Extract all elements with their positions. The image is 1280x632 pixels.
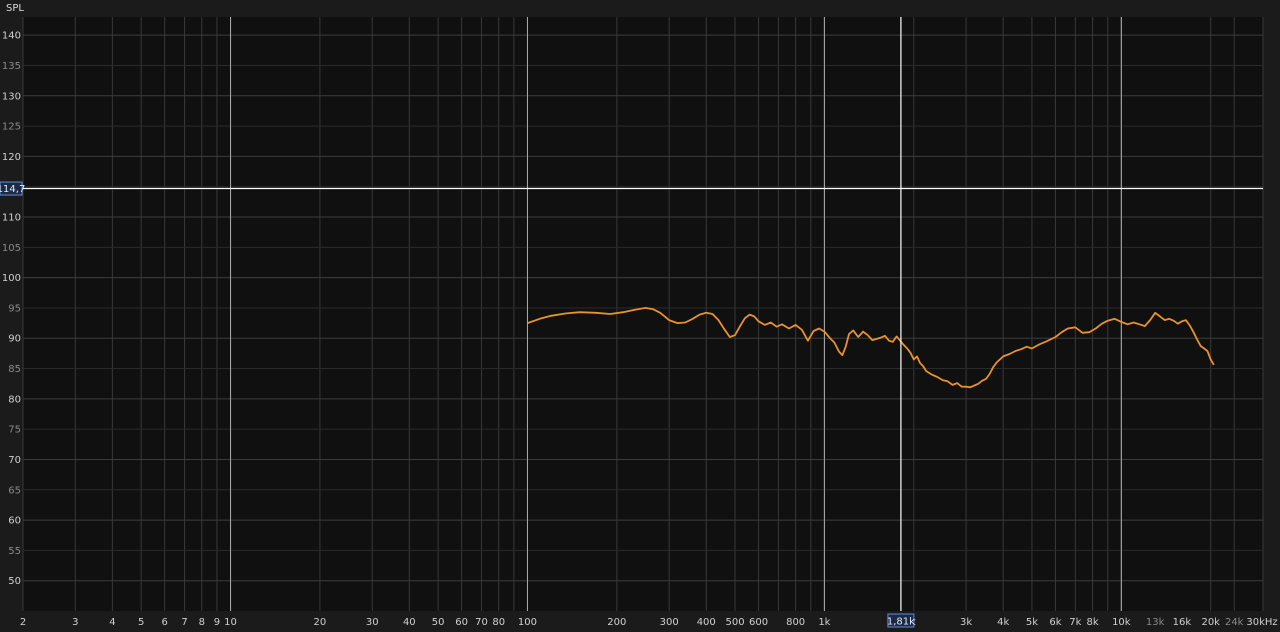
y-tick-label: 65 [8,485,21,496]
x-tick-label: 70 [475,617,488,628]
y-tick-label: 60 [8,516,21,527]
plot-area[interactable] [23,17,1263,611]
x-tick-label: 30 [366,617,379,628]
y-tick-label: 120 [2,152,21,163]
x-tick-label: 40 [403,617,416,628]
frequency-response-chart[interactable]: 1401301201101009080706050135125115105958… [0,0,1280,632]
y-tick-label: 55 [8,546,21,557]
x-tick-label: 9 [214,617,220,628]
x-tick-label: 7 [181,617,187,628]
x-tick-label: 4 [109,617,115,628]
x-tick-label: 200 [607,617,626,628]
x-tick-label: 6k [1049,617,1061,628]
x-tick-label: 60 [455,617,468,628]
x-tick-label: 8 [199,617,205,628]
y-tick-label: 130 [2,91,21,102]
x-tick-label: 600 [749,617,768,628]
x-tick-label: 5 [138,617,144,628]
x-tick-label: 800 [786,617,805,628]
y-tick-label: 75 [8,425,21,436]
x-tick-label: 3 [72,617,78,628]
y-axis-tick-labels: 1401301201101009080706050135125115105958… [2,31,21,588]
x-tick-label: 50 [432,617,445,628]
y-tick-label: 80 [8,394,21,405]
x-tick-label: 100 [518,617,537,628]
y-tick-label: 135 [2,61,21,72]
x-tick-label: 20k [1201,617,1220,628]
x-tick-label: 7k [1069,617,1081,628]
x-tick-label: 4k [997,617,1009,628]
y-tick-label: 50 [8,576,21,587]
cursor-x-readout: 1,81k [887,617,915,628]
x-tick-label: 500 [725,617,744,628]
x-tick-label: 10k [1112,617,1131,628]
y-tick-label: 95 [8,303,21,314]
x-tick-label: 16k [1173,617,1192,628]
x-axis-tick-labels: 2 3 4 5 6 7 8 9 10 20 30 40 50 60 70 80 100 200 300 400 500 6… [20,617,1278,628]
y-tick-label: 105 [2,243,21,254]
x-tick-label: 20 [314,617,327,628]
y-tick-label: 125 [2,122,21,133]
x-tick-label: 30kHz [1246,617,1277,628]
x-tick-label: 300 [660,617,679,628]
x-tick-label: 24k [1225,617,1244,628]
x-tick-label: 80 [492,617,505,628]
x-tick-label: 10 [224,617,237,628]
y-tick-label: 70 [8,455,21,466]
cursor-y-readout: 114,7 [0,184,25,195]
x-tick-label: 400 [697,617,716,628]
x-tick-label: 6 [161,617,167,628]
x-tick-label: 1k [818,617,830,628]
x-tick-label: 8k [1086,617,1098,628]
y-tick-label: 100 [2,273,21,284]
x-tick-label: 13k [1146,617,1165,628]
x-tick-label: 2 [20,617,26,628]
x-tick-label: 5k [1026,617,1038,628]
x-tick-label: 3k [960,617,972,628]
y-axis-label: SPL [6,3,24,14]
y-tick-label: 110 [2,213,21,224]
y-tick-label: 140 [2,31,21,42]
y-tick-label: 90 [8,334,21,345]
y-tick-label: 85 [8,364,21,375]
